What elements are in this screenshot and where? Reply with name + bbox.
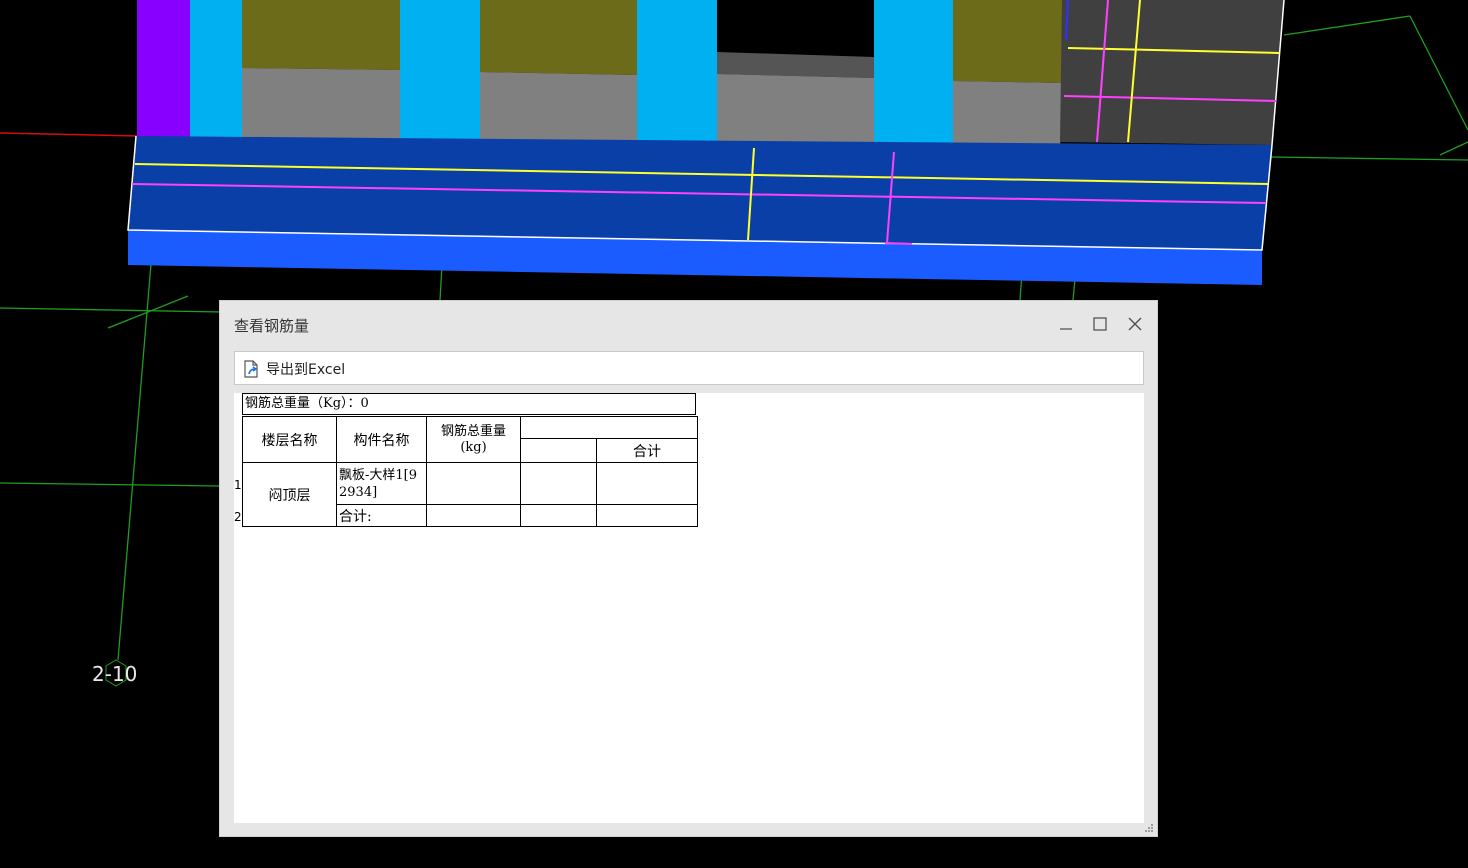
header-component-name: 构件名称 [336, 416, 427, 463]
close-button[interactable] [1124, 313, 1146, 335]
cell-floor-name: 闷顶层 [242, 462, 337, 527]
export-to-excel-button[interactable]: 导出到Excel [241, 358, 345, 380]
dialog-toolbar: 导出到Excel [234, 351, 1144, 385]
close-icon [1128, 317, 1142, 331]
cell-subtotal [596, 462, 698, 505]
minimize-icon [1060, 328, 1072, 330]
report-total-weight-title: 钢筋总重量（Kg）：0 [242, 393, 696, 415]
cell-total-weight [426, 504, 521, 527]
row-number: 1 [234, 478, 242, 492]
cell-empty [520, 504, 597, 527]
structure-model [127, 0, 1285, 285]
cell-component-name: 飘板-大样1[92934] [336, 462, 427, 505]
maximize-button[interactable] [1089, 313, 1111, 335]
export-file-icon [244, 360, 258, 378]
report-content-area[interactable]: 钢筋总重量（Kg）：0 1 2 楼层名称 构件名称 钢筋总重量(kg) 合计 闷… [234, 393, 1144, 823]
dialog-title: 查看钢筋量 [234, 317, 310, 335]
header-subcolumn-empty [520, 438, 597, 463]
rebar-report-table: 楼层名称 构件名称 钢筋总重量(kg) 合计 闷顶层 飘板-大样1[92934]… [242, 416, 698, 527]
header-group-empty [520, 416, 698, 439]
cell-total-weight [426, 462, 521, 505]
cell-total-row-label: 合计: [336, 504, 427, 527]
axis-line-red [0, 132, 138, 137]
rebar-quantity-dialog: 查看钢筋量 导出到Excel 钢筋总重量（Kg）：0 1 2 楼层名称 构件名称… [219, 300, 1158, 837]
header-total-weight: 钢筋总重量(kg) [426, 416, 521, 463]
minimize-button[interactable] [1055, 313, 1077, 335]
resize-grip-icon[interactable] [1144, 823, 1154, 833]
export-button-label: 导出到Excel [266, 362, 346, 378]
header-floor-name: 楼层名称 [242, 416, 337, 463]
row-number: 2 [234, 510, 242, 524]
cell-empty [520, 462, 597, 505]
cell-subtotal [596, 504, 698, 527]
header-subtotal: 合计 [596, 438, 698, 463]
maximize-icon [1093, 317, 1107, 331]
grid-axis-label: 2-10 [92, 662, 138, 686]
